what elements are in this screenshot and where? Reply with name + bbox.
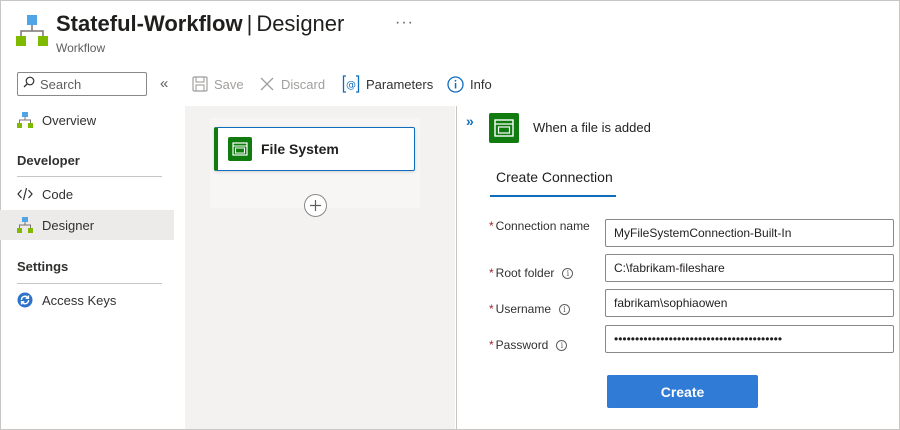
info-icon[interactable]: i [556, 339, 568, 351]
info-icon[interactable]: i [562, 267, 574, 279]
required-marker: * [489, 302, 494, 316]
sidebar-item-label: Designer [42, 217, 95, 233]
save-icon [192, 76, 208, 92]
sidebar-item-label: Overview [42, 112, 97, 128]
collapse-sidebar-icon[interactable]: « [160, 75, 168, 92]
username-label: * Username i [489, 302, 571, 316]
connection-name-field[interactable] [605, 219, 894, 247]
svg-text:@: @ [346, 80, 356, 91]
logic-app-icon [16, 14, 48, 48]
refresh-key-icon [17, 292, 33, 308]
more-options-icon[interactable]: ··· [395, 14, 414, 32]
file-system-icon [489, 113, 519, 143]
password-field[interactable] [605, 325, 894, 353]
workflow-node-file-system[interactable]: File System [214, 127, 415, 171]
page-subtitle: Workflow [56, 41, 106, 55]
sidebar-item-label: Access Keys [42, 292, 117, 308]
plus-icon [310, 200, 321, 211]
tab-create-connection[interactable]: Create Connection [496, 169, 613, 185]
save-button[interactable]: Save [192, 74, 244, 94]
code-icon [17, 186, 33, 202]
required-marker: * [489, 219, 494, 233]
username-field[interactable] [605, 289, 894, 317]
node-label: File System [261, 141, 339, 157]
discard-button[interactable]: Discard [259, 74, 325, 94]
field-label-text: Connection name [495, 219, 590, 233]
root-folder-input[interactable] [606, 255, 893, 281]
search-box[interactable] [17, 72, 147, 96]
info-label: Info [470, 76, 492, 92]
parameters-button[interactable]: @ Parameters [342, 74, 433, 94]
field-label-text: Root folder [495, 266, 555, 280]
sidebar-item-code[interactable]: Code [0, 179, 174, 209]
info-icon[interactable]: i [559, 303, 571, 315]
search-icon [23, 75, 35, 93]
divider [17, 283, 162, 284]
workflow-icon [17, 112, 33, 128]
parameters-icon: @ [342, 75, 360, 93]
sidebar-item-designer[interactable]: Designer [0, 210, 174, 240]
username-input[interactable] [606, 290, 893, 316]
workflow-icon [17, 217, 33, 233]
divider [17, 176, 162, 177]
root-folder-label: * Root folder i [489, 266, 574, 280]
trigger-title: When a file is added [533, 120, 651, 135]
root-folder-field[interactable] [605, 254, 894, 282]
search-input[interactable] [40, 76, 140, 92]
required-marker: * [489, 266, 494, 280]
section-header-settings: Settings [17, 259, 69, 274]
sidebar-item-access-keys[interactable]: Access Keys [0, 285, 174, 315]
save-label: Save [214, 76, 244, 92]
expand-panel-icon[interactable]: » [466, 113, 474, 129]
connection-name-label: * Connection name [489, 219, 590, 233]
password-label: * Password i [489, 338, 568, 352]
connection-name-input[interactable] [606, 220, 893, 246]
field-label-text: Password [495, 338, 549, 352]
section-header-developer: Developer [17, 153, 80, 168]
add-step-button[interactable] [304, 194, 327, 217]
sidebar-item-overview[interactable]: Overview [0, 105, 174, 135]
page-title: Stateful-Workflow | Designer [56, 11, 345, 36]
info-button[interactable]: Info [447, 74, 492, 94]
parameters-label: Parameters [366, 76, 434, 92]
tab-underline [490, 195, 616, 197]
discard-label: Discard [281, 76, 326, 92]
password-input[interactable] [606, 326, 893, 352]
file-system-icon [228, 137, 252, 161]
close-icon [259, 76, 275, 92]
required-marker: * [489, 338, 494, 352]
field-label-text: Username [495, 302, 552, 316]
panel-divider [456, 106, 457, 430]
sidebar-item-label: Code [42, 186, 74, 202]
info-icon [447, 75, 464, 93]
create-button[interactable]: Create [607, 375, 758, 408]
